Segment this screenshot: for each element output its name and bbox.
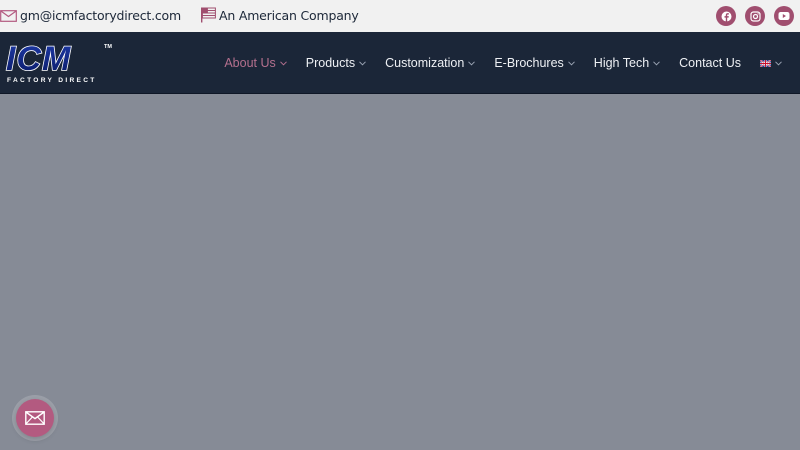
nav-high-tech-label[interactable]: High Tech (594, 56, 649, 70)
email-text[interactable]: gm@icmfactorydirect.com (20, 8, 181, 23)
chevron-down-icon (279, 60, 287, 66)
tagline-text: An American Company (219, 7, 359, 23)
facebook-link[interactable] (716, 6, 736, 26)
nav-contact-us-label[interactable]: Contact Us (679, 56, 741, 70)
chevron-down-icon (775, 60, 782, 66)
mail-icon (25, 411, 45, 425)
uk-flag-icon (760, 59, 771, 67)
language-switcher[interactable] (760, 59, 782, 67)
nav-e-brochures-label[interactable]: E-Brochures (494, 56, 563, 70)
instagram-link[interactable] (745, 6, 765, 26)
contact-mail-button[interactable] (16, 399, 54, 437)
logo-trademark: TM (104, 44, 112, 50)
contact-email[interactable]: gm@icmfactorydirect.com (0, 8, 181, 23)
nav-high-tech[interactable]: High Tech (594, 56, 661, 70)
us-flag-icon (201, 7, 216, 23)
logo-sub: FACTORY DIRECT (7, 77, 97, 84)
nav-about-us-label[interactable]: About Us (224, 56, 275, 70)
nav-e-brochures[interactable]: E-Brochures (494, 56, 575, 70)
hero-section (0, 95, 800, 450)
logo-main: ICM (6, 40, 71, 78)
nav-customization[interactable]: Customization (385, 56, 476, 70)
facebook-icon (721, 11, 731, 22)
nav-products[interactable]: Products (306, 56, 366, 70)
nav-products-label[interactable]: Products (306, 56, 355, 70)
nav-about-us[interactable]: About Us (224, 56, 287, 70)
chevron-down-icon (653, 60, 661, 66)
youtube-icon (778, 12, 790, 20)
tagline: An American Company (200, 7, 359, 23)
social-links (716, 6, 794, 26)
chevron-down-icon (567, 60, 575, 66)
site-logo[interactable]: ICM FACTORY DIRECT TM (5, 40, 117, 86)
instagram-icon (749, 10, 761, 22)
site-header: ICM FACTORY DIRECT TM About Us Products … (0, 32, 800, 94)
main-nav: About Us Products Customization E-Brochu… (205, 32, 782, 94)
envelope-icon (0, 9, 17, 22)
chevron-down-icon (468, 60, 476, 66)
chevron-down-icon (359, 60, 366, 66)
nav-customization-label[interactable]: Customization (385, 56, 464, 70)
youtube-link[interactable] (774, 6, 794, 26)
nav-contact-us[interactable]: Contact Us (679, 56, 741, 70)
top-bar: gm@icmfactorydirect.com An American Comp… (0, 0, 800, 32)
